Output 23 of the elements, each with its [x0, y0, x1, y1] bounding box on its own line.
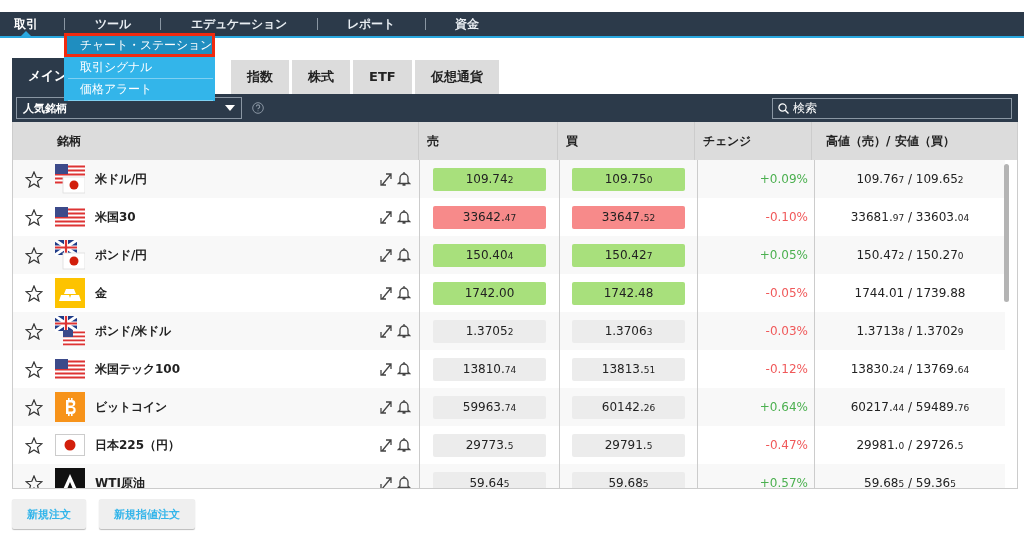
change-percent: +0.05% [759, 248, 808, 262]
column-header: 買 [566, 132, 578, 150]
high-low-range: 1.37138 / 1.37029 [856, 324, 964, 338]
change-percent: +0.09% [759, 172, 808, 186]
change-percent: -0.05% [765, 286, 808, 300]
column-header: 高値（売）/ 安値（買） [826, 132, 955, 150]
change-percent: -0.03% [765, 324, 808, 338]
high-low-range: 60217.44 / 59489.76 [850, 400, 970, 414]
change-percent: +0.64% [759, 400, 808, 414]
change-percent: -0.47% [765, 438, 808, 452]
change-percent: -0.10% [765, 210, 808, 224]
high-low-range: 109.767 / 109.652 [856, 172, 964, 186]
column-header: 銘柄 [57, 132, 81, 150]
high-low-range: 33681.97 / 33603.04 [850, 210, 970, 224]
high-low-range: 29981.0 / 29726.5 [856, 438, 964, 452]
change-percent: -0.12% [765, 362, 808, 376]
column-header: 売 [427, 132, 439, 150]
high-low-range: 59.685 / 59.365 [864, 476, 956, 488]
change-percent: +0.57% [759, 476, 808, 488]
high-low-range: 1744.01 / 1739.88 [854, 286, 966, 300]
column-header: チェンジ [703, 132, 751, 150]
high-low-range: 150.472 / 150.270 [856, 248, 964, 262]
high-low-range: 13830.24 / 13769.64 [850, 362, 970, 376]
